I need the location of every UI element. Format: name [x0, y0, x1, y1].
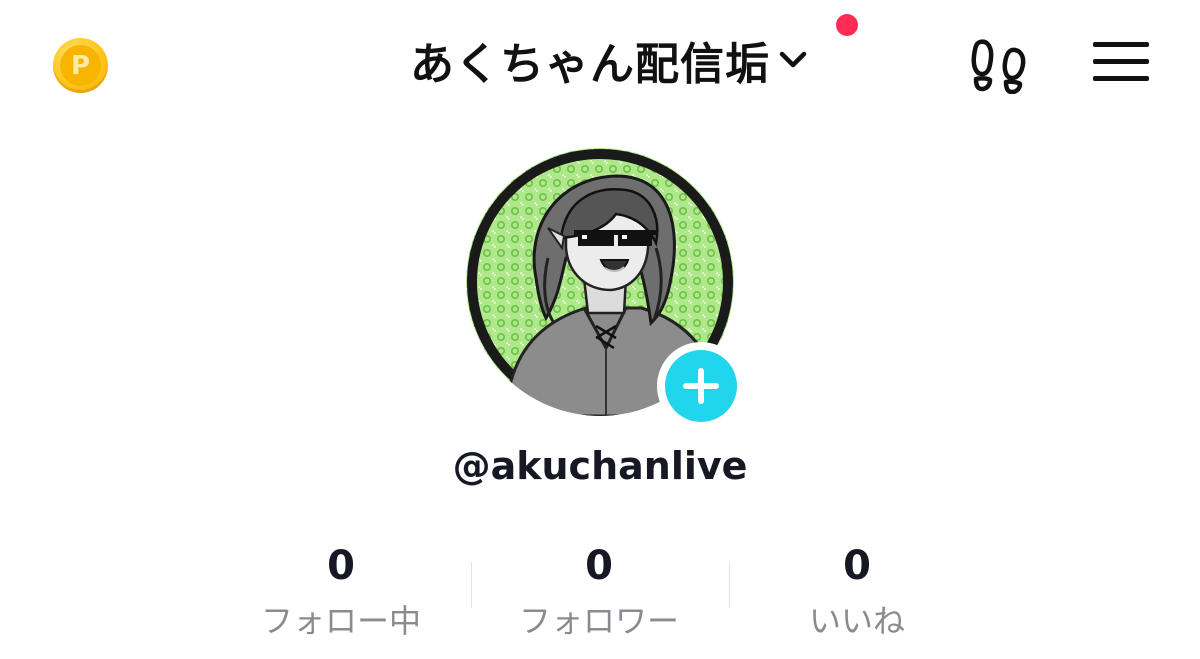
add-avatar-button[interactable] [657, 342, 745, 430]
account-name: あくちゃん配信垢 [410, 39, 770, 90]
stat-followers[interactable]: 0 フォロワー [479, 540, 719, 642]
plus-icon [683, 368, 719, 404]
hamburger-menu-icon[interactable] [1093, 40, 1149, 82]
followers-count: 0 [585, 543, 613, 589]
notification-dot [836, 14, 858, 36]
chevron-down-icon [779, 51, 807, 68]
coin-letter: P [60, 45, 101, 86]
stat-likes[interactable]: 0 いいね [737, 540, 977, 642]
followers-label: フォロワー [518, 602, 679, 640]
likes-label: いいね [808, 602, 905, 640]
coin-icon[interactable]: P [53, 38, 108, 93]
stat-divider [729, 562, 730, 608]
profile-screen: P あくちゃん配信垢 @akuchanlive 0 フォロー中 0 フォロワー … [0, 0, 1200, 659]
add-button-fill [665, 350, 737, 422]
footprints-icon[interactable] [968, 34, 1028, 94]
following-label: フォロー中 [260, 602, 421, 640]
likes-count: 0 [843, 543, 871, 589]
stat-following[interactable]: 0 フォロー中 [221, 540, 461, 642]
username: @akuchanlive [452, 444, 748, 488]
account-switcher[interactable]: あくちゃん配信垢 [410, 30, 810, 90]
following-count: 0 [327, 543, 355, 589]
stat-divider [471, 562, 472, 608]
